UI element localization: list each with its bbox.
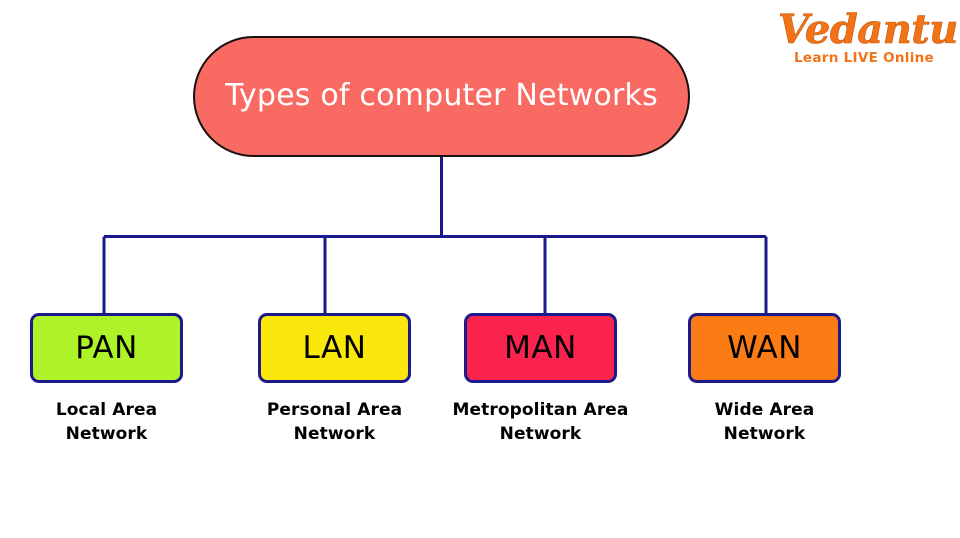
root-node-label: Types of computer Networks <box>225 78 658 113</box>
vedantu-logo: Vedantu Learn LIVE Online <box>778 6 959 80</box>
leaf-node-man: MAN <box>464 313 617 383</box>
leaf-node-man-label: MAN <box>504 330 577 366</box>
root-node-types-of-computer-networks: Types of computer Networks <box>193 36 690 157</box>
leaf-node-wan: WAN <box>688 313 841 383</box>
leaf-node-lan: LAN <box>258 313 411 383</box>
leaf-node-pan: PAN <box>30 313 183 383</box>
caption-man: Metropolitan Area Network <box>452 400 629 444</box>
caption-lan: Personal Area Network <box>266 400 403 444</box>
diagram-canvas: Vedantu Learn LIVE Online Types of compu… <box>0 0 960 538</box>
brand-wordmark: Vedantu <box>778 6 959 53</box>
caption-wan: Wide Area Network <box>714 400 815 444</box>
brand-tagline: Learn LIVE Online <box>793 50 935 66</box>
leaf-node-wan-label: WAN <box>727 330 802 366</box>
leaf-node-pan-label: PAN <box>75 330 138 366</box>
leaf-node-lan-label: LAN <box>302 330 367 366</box>
caption-pan: Local Area Network <box>55 400 158 444</box>
